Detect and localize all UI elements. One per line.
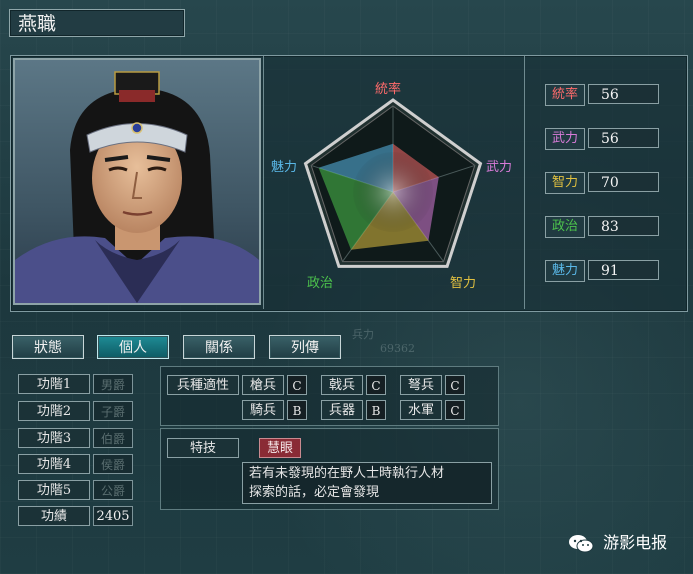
merit-label: 功績 — [18, 506, 90, 526]
aptitude-label: 槍兵 — [242, 375, 284, 395]
skill-description-line: 若有未發現的在野人士時執行人材 — [249, 466, 445, 481]
watermark: 游影电报 — [568, 530, 667, 556]
aptitude-label: 戟兵 — [321, 375, 363, 395]
stat-label: 武力 — [545, 128, 585, 150]
portrait-illustration — [15, 71, 259, 303]
radar-label-politics: 政治 — [307, 276, 334, 291]
aptitude-grade: B — [366, 400, 386, 420]
aptitude-label: 弩兵 — [400, 375, 442, 395]
rank-title: 子爵 — [93, 401, 133, 421]
stat-label: 統率 — [545, 84, 585, 106]
radar-label-war: 武力 — [486, 160, 513, 175]
aptitude-grade: B — [287, 400, 307, 420]
skill-description-line: 探索的話，必定會發現 — [249, 485, 380, 500]
rank-title: 伯爵 — [93, 428, 133, 448]
stat-value: 56 — [588, 84, 659, 104]
rank-label: 功階1 — [18, 374, 90, 394]
rank-label: 功階4 — [18, 454, 90, 474]
radar-label-command: 統率 — [375, 82, 402, 97]
aptitude-grade: C — [287, 375, 307, 395]
ability-radar-chart: 統率 武力 智力 政治 魅力 — [262, 56, 524, 309]
tab-personal[interactable]: 個人 — [97, 335, 169, 359]
aptitude-label: 水軍 — [400, 400, 442, 420]
merit-value: 2405 — [93, 506, 133, 526]
background-label: 兵力 — [352, 328, 374, 341]
officer-name: 燕職 — [9, 9, 185, 37]
stat-label: 魅力 — [545, 260, 585, 282]
stat-label: 智力 — [545, 172, 585, 194]
tab-status[interactable]: 狀態 — [12, 335, 84, 359]
aptitude-label: 兵器 — [321, 400, 363, 420]
rank-label: 功階3 — [18, 428, 90, 448]
stat-value: 91 — [588, 260, 659, 280]
tab-relations[interactable]: 關係 — [183, 335, 255, 359]
stat-value: 56 — [588, 128, 659, 148]
skill-title: 特技 — [167, 438, 239, 458]
rank-label: 功階5 — [18, 480, 90, 500]
rank-title: 公爵 — [93, 480, 133, 500]
radar-label-charisma: 魅力 — [271, 160, 298, 175]
stat-value: 83 — [588, 216, 659, 236]
aptitude-label: 騎兵 — [242, 400, 284, 420]
watermark-text: 游影电报 — [603, 533, 668, 552]
stat-value: 70 — [588, 172, 659, 192]
divider — [524, 56, 525, 309]
background-number: 69362 — [380, 342, 415, 355]
radar-label-intelligence: 智力 — [450, 276, 477, 291]
skill-description: 若有未發現的在野人士時執行人材 探索的話，必定會發現 — [242, 462, 492, 504]
stat-label: 政治 — [545, 216, 585, 238]
tab-biography[interactable]: 列傳 — [269, 335, 341, 359]
aptitude-grade: C — [366, 375, 386, 395]
aptitude-title: 兵種適性 — [167, 375, 239, 395]
rank-title: 男爵 — [93, 374, 133, 394]
skill-name[interactable]: 慧眼 — [259, 438, 301, 458]
rank-title: 侯爵 — [93, 454, 133, 474]
rank-label: 功階2 — [18, 401, 90, 421]
aptitude-grade: C — [445, 400, 465, 420]
radar-center-glow — [353, 152, 433, 232]
aptitude-grade: C — [445, 375, 465, 395]
wechat-icon — [569, 534, 594, 552]
officer-portrait — [13, 58, 261, 305]
